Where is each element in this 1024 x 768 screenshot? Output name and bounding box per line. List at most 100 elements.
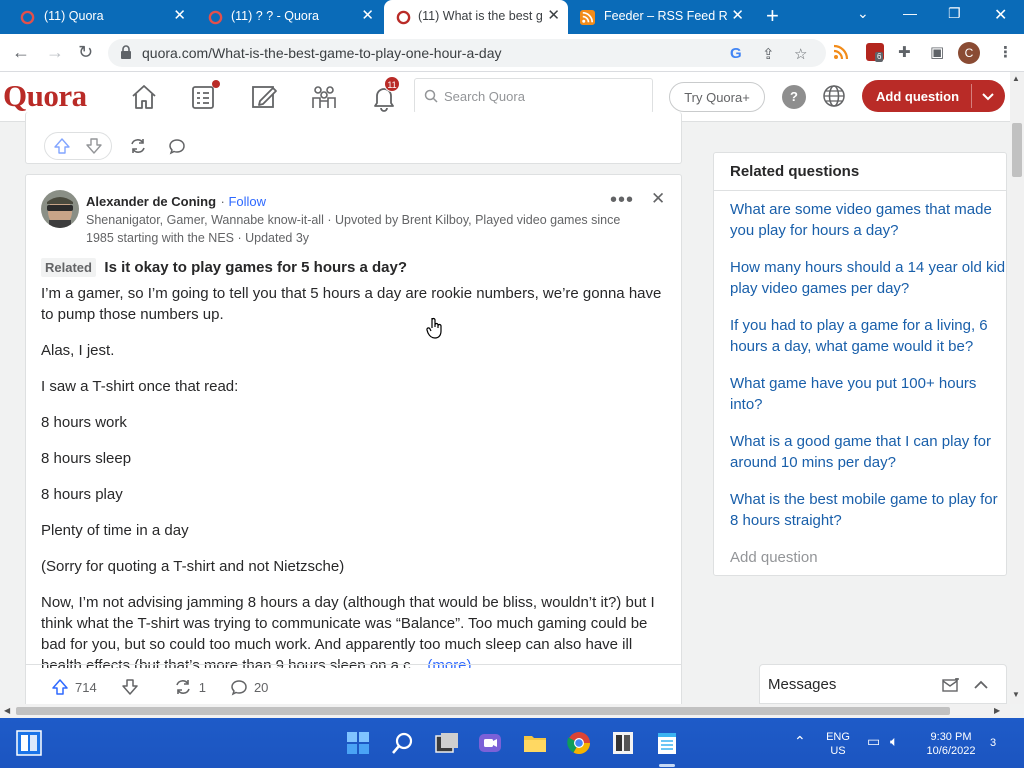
- more-options-icon[interactable]: •••: [610, 189, 634, 212]
- reader-app-icon[interactable]: [610, 730, 636, 756]
- chevron-up-icon[interactable]: [973, 678, 989, 692]
- share-reload-icon: [175, 680, 190, 694]
- back-arrow-icon[interactable]: ←: [12, 42, 30, 62]
- address-bar[interactable]: quora.com/What-is-the-best-game-to-play-…: [108, 39, 826, 67]
- file-explorer-folder-icon[interactable]: [522, 730, 548, 756]
- bookmark-star-icon[interactable]: ☆: [794, 45, 807, 63]
- notification-count[interactable]: 3: [990, 736, 996, 750]
- follow-link[interactable]: Follow: [228, 194, 266, 209]
- search-icon[interactable]: [390, 730, 416, 756]
- downvote-button[interactable]: [111, 674, 149, 700]
- downvote-arrow-icon[interactable]: [85, 137, 103, 155]
- vote-pill: [44, 132, 112, 160]
- notepad-icon[interactable]: [654, 730, 680, 756]
- share-button[interactable]: 1: [163, 673, 216, 701]
- comment-bubble-icon[interactable]: [168, 137, 186, 155]
- rss-feed-icon: [580, 10, 595, 25]
- tab-close-icon[interactable]: ✕: [731, 7, 744, 25]
- spaces-people-icon[interactable]: [309, 82, 339, 112]
- puzzle-extensions-icon[interactable]: ✚: [898, 43, 911, 61]
- tab-title: Feeder – RSS Feed Rea: [604, 9, 728, 23]
- browser-tab[interactable]: (11) ? ? - Quora ✕: [194, 0, 382, 34]
- browser-tab[interactable]: (11) Quora ✕: [0, 0, 194, 34]
- browser-tab-active[interactable]: (11) What is the best g ✕: [384, 0, 568, 34]
- add-question-button[interactable]: Add question: [862, 80, 1005, 112]
- answer-actions: 714 1 20: [41, 673, 278, 701]
- browser-tab-strip: (11) Quora ✕ (11) ? ? - Quora ✕ (11) Wha…: [0, 0, 1024, 34]
- scroll-right-arrow-icon[interactable]: ▶: [994, 706, 1000, 715]
- windows-start-icon[interactable]: [345, 730, 371, 756]
- answer-paragraph: Alas, I jest.: [41, 342, 115, 359]
- tab-title: (11) What is the best g: [418, 9, 542, 23]
- author-name[interactable]: Alexander de Coning: [86, 194, 216, 209]
- forward-arrow-icon[interactable]: →: [46, 42, 64, 62]
- language-globe-icon[interactable]: [822, 84, 846, 108]
- answer-pencil-icon[interactable]: [249, 82, 279, 112]
- search-input[interactable]: Search Quora: [414, 78, 653, 114]
- reload-icon[interactable]: ↻: [78, 42, 93, 62]
- related-question-link[interactable]: What is the best mobile game to play for…: [730, 489, 1006, 531]
- teams-chat-icon[interactable]: [477, 730, 503, 756]
- dismiss-close-icon[interactable]: ✕: [651, 189, 665, 209]
- compose-message-icon[interactable]: [942, 678, 960, 693]
- scroll-left-arrow-icon[interactable]: ◀: [4, 706, 10, 715]
- system-clock[interactable]: 9:30 PM 10/6/2022: [918, 730, 984, 758]
- google-lens-icon[interactable]: G: [730, 45, 742, 62]
- related-question-link[interactable]: What game have you put 100+ hours into?: [730, 373, 1006, 415]
- restore-icon[interactable]: ❐: [948, 5, 961, 22]
- clock-date: 10/6/2022: [926, 745, 976, 757]
- upvote-arrow-icon: [52, 679, 68, 695]
- task-view-icon[interactable]: [434, 730, 460, 756]
- add-question-label: Add question: [876, 89, 960, 104]
- scroll-down-arrow-icon[interactable]: ▼: [1012, 690, 1020, 699]
- tab-search-chevron-icon[interactable]: ⌄: [857, 5, 869, 22]
- author-credential: Shenanigator, Gamer, Wannabe know-it-all…: [86, 213, 621, 245]
- upvote-arrow-icon[interactable]: [53, 137, 71, 155]
- related-question-title[interactable]: Is it okay to play games for 5 hours a d…: [104, 259, 407, 276]
- help-icon[interactable]: ?: [782, 85, 806, 109]
- horizontal-scroll-thumb[interactable]: [16, 707, 950, 715]
- clock-time: 9:30 PM: [930, 731, 972, 743]
- comment-button[interactable]: 20: [220, 674, 278, 700]
- tab-close-icon[interactable]: ✕: [173, 7, 186, 25]
- answer-card: Alexander de Coning · Follow Shenanigato…: [25, 174, 682, 714]
- window-close-icon[interactable]: ✕: [994, 5, 1007, 25]
- side-panel-icon[interactable]: ▣: [930, 43, 944, 61]
- shield-extension-icon[interactable]: 6: [866, 43, 884, 62]
- upvote-button[interactable]: 714: [41, 674, 107, 700]
- try-quora-plus-button[interactable]: Try Quora+: [669, 82, 765, 112]
- related-question-link[interactable]: What is a good game that I can play for …: [730, 431, 1006, 473]
- quora-logo[interactable]: Quora: [3, 78, 87, 114]
- related-tag: Related: [41, 258, 96, 277]
- volume-speaker-icon[interactable]: 🔈︎: [890, 734, 898, 748]
- messages-dock[interactable]: Messages: [759, 664, 1007, 704]
- kebab-menu-icon[interactable]: ⋮: [998, 43, 1013, 61]
- related-question-link[interactable]: If you had to play a game for a living, …: [730, 315, 1006, 357]
- share-reload-icon[interactable]: [128, 136, 148, 156]
- chrome-browser-icon[interactable]: [566, 730, 592, 756]
- network-icon[interactable]: ▭: [867, 734, 880, 748]
- vertical-scroll-thumb[interactable]: [1012, 123, 1022, 177]
- more-link[interactable]: (more): [427, 657, 471, 668]
- add-question-link[interactable]: Add question: [730, 549, 818, 566]
- browser-tab[interactable]: Feeder – RSS Feed Rea ✕: [570, 0, 752, 34]
- minimize-icon[interactable]: —: [903, 5, 917, 21]
- author-avatar[interactable]: [41, 190, 79, 228]
- scroll-up-arrow-icon[interactable]: ▲: [1012, 74, 1020, 83]
- region-code: US: [830, 745, 846, 757]
- tray-overflow-chevron-icon[interactable]: ⌃: [794, 734, 806, 748]
- comment-count: 20: [253, 679, 269, 695]
- profile-avatar[interactable]: C: [958, 42, 980, 64]
- new-tab-plus-icon[interactable]: +: [766, 5, 779, 27]
- share-icon[interactable]: ⇪: [762, 45, 775, 63]
- tab-close-icon[interactable]: ✕: [547, 7, 560, 25]
- chevron-down-icon[interactable]: [979, 87, 997, 105]
- home-icon[interactable]: [129, 82, 159, 112]
- related-question-link[interactable]: How many hours should a 14 year old kid …: [730, 257, 1006, 299]
- related-question-link[interactable]: What are some video games that made you …: [730, 199, 1006, 241]
- language-indicator[interactable]: ENG US: [824, 730, 852, 758]
- rss-extension-icon[interactable]: [832, 43, 850, 61]
- task-view-widgets-icon[interactable]: [16, 730, 42, 756]
- tab-close-icon[interactable]: ✕: [361, 7, 374, 25]
- language-code: ENG: [826, 731, 850, 743]
